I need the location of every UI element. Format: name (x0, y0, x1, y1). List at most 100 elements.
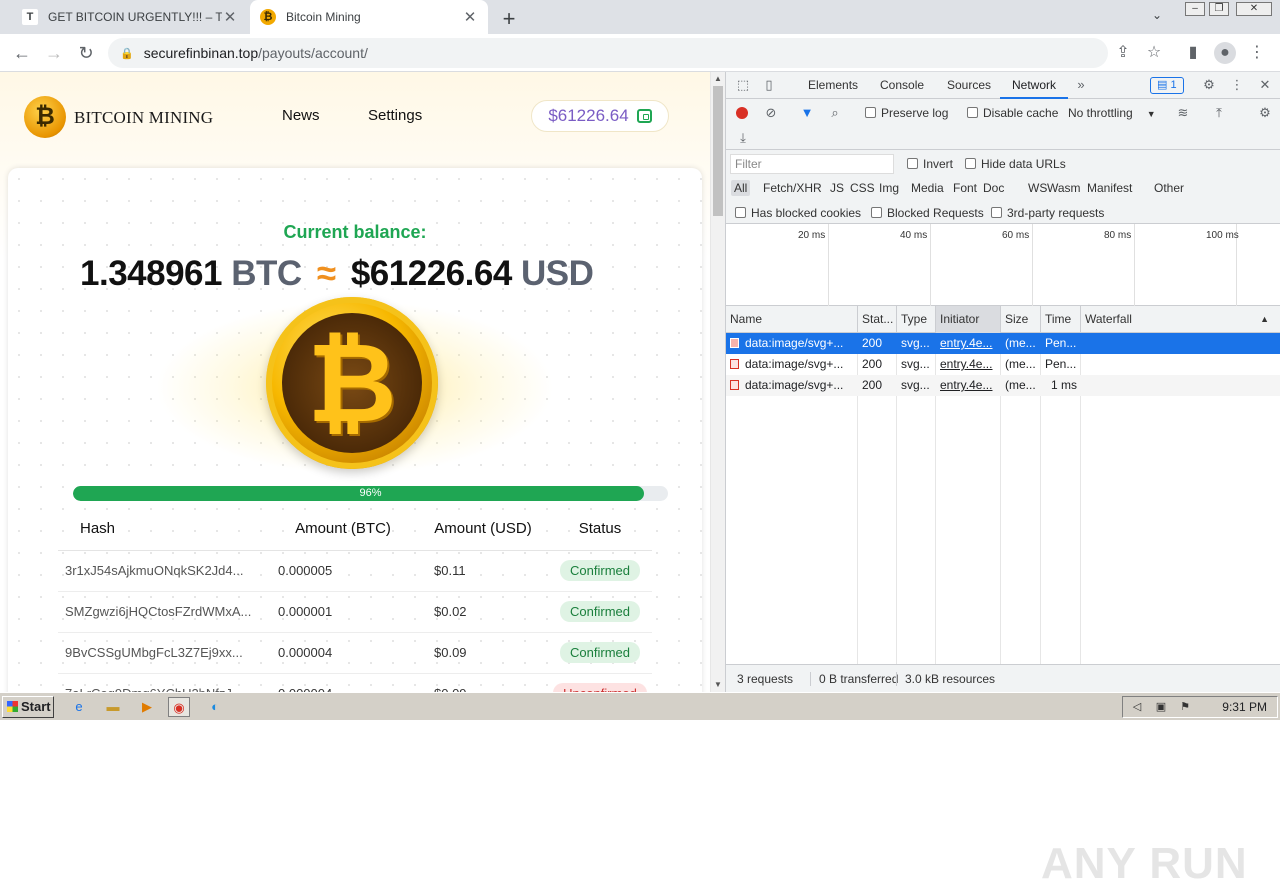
request-row[interactable]: data:image/svg+... 200 svg... entry.4e... (m… (726, 354, 1280, 375)
invert-checkbox[interactable]: Invert (907, 157, 953, 171)
blocked-requests-checkbox[interactable]: Blocked Requests (871, 206, 984, 220)
action-flag-icon[interactable]: ⚑ (1177, 699, 1193, 715)
tx-hash[interactable]: 3r1xJ54sAjkmuONqkSK2Jd4... (58, 550, 268, 592)
col-size[interactable]: Size (1001, 306, 1041, 333)
network-conditions-wifi-icon[interactable]: ≋ (1174, 104, 1192, 122)
request-row[interactable]: data:image/svg+... 200 svg... entry.4e... (m… (726, 333, 1280, 354)
restore-button[interactable]: ❐ (1209, 2, 1229, 16)
type-filter-css[interactable]: CSS (847, 180, 878, 196)
devtools-menu-kebab-icon[interactable]: ⋮ (1228, 76, 1246, 94)
network-overview-timeline[interactable]: 20 ms 40 ms 60 ms 80 ms 100 ms (726, 224, 1280, 306)
col-status[interactable]: Stat... (858, 306, 897, 333)
header-balance-button[interactable]: $61226.64 (531, 100, 669, 132)
bookmark-star-icon[interactable]: ☆ (1143, 42, 1165, 64)
new-tab-button[interactable]: + (498, 6, 520, 32)
header-balance-value: $61226.64 (548, 106, 629, 125)
folder-icon[interactable]: ▬ (102, 697, 124, 717)
wallet-icon (636, 109, 652, 123)
search-icon[interactable]: ⌕ (826, 104, 844, 122)
request-initiator[interactable]: entry.4e... (936, 375, 1001, 396)
devtools-tab-bar: ⬚ ▯ Elements Console Sources Network » ▤… (726, 72, 1280, 99)
type-filter-doc[interactable]: Doc (980, 180, 1007, 196)
type-filter-all[interactable]: All (731, 180, 751, 196)
close-window-button[interactable]: ✕ (1236, 2, 1272, 16)
col-initiator[interactable]: Initiator (936, 306, 1001, 333)
edge-icon[interactable]: ◐ (204, 697, 226, 717)
hide-data-urls-checkbox[interactable]: Hide data URLs (965, 157, 1066, 171)
volume-icon[interactable]: ◁ (1129, 699, 1145, 715)
type-filter-media[interactable]: Media (908, 180, 947, 196)
more-tabs-chevron-icon[interactable]: » (1072, 76, 1090, 94)
col-name[interactable]: Name (726, 306, 858, 333)
nav-settings[interactable]: Settings (368, 107, 422, 124)
profile-avatar-icon[interactable]: ● (1214, 42, 1236, 64)
request-initiator[interactable]: entry.4e... (936, 354, 1001, 375)
tab-telegram[interactable]: T GET BITCOIN URGENTLY!!! – Telegram ✕ (12, 0, 248, 34)
network-settings-gear-icon[interactable]: ⚙ (1256, 104, 1274, 122)
back-arrow-icon[interactable]: ← (10, 41, 34, 65)
col-time[interactable]: Time (1041, 306, 1081, 333)
request-row[interactable]: data:image/svg+... 200 svg... entry.4e... (m… (726, 375, 1280, 396)
device-toolbar-icon[interactable]: ▯ (760, 76, 778, 94)
record-icon[interactable] (736, 107, 748, 119)
tx-hash[interactable]: 7aLrCeg9Dmg6YChU2bNfzJ... (58, 673, 268, 692)
request-time: 1 ms (1050, 378, 1077, 392)
preserve-log-checkbox[interactable]: Preserve log (865, 106, 948, 120)
type-filter-manifest[interactable]: Manifest (1084, 180, 1135, 196)
bitcoin-logo-icon[interactable]: ₿ (24, 96, 66, 138)
settings-gear-icon[interactable]: ⚙ (1200, 76, 1218, 94)
network-tray-icon[interactable]: ▣ (1153, 699, 1169, 715)
type-filter-fetch-xhr[interactable]: Fetch/XHR (760, 180, 825, 196)
col-type[interactable]: Type (897, 306, 936, 333)
tab-network[interactable]: Network (1000, 72, 1069, 99)
tab-bitcoin-mining[interactable]: ₿ Bitcoin Mining ✕ (250, 0, 488, 34)
tab-elements[interactable]: Elements (808, 72, 858, 99)
col-waterfall[interactable]: Waterfall ▲ (1081, 306, 1280, 333)
inspect-element-icon[interactable]: ⬚ (734, 76, 752, 94)
menu-kebab-icon[interactable]: ⋮ (1246, 42, 1268, 64)
clear-icon[interactable]: ⊘ (762, 104, 780, 122)
start-button[interactable]: Start (2, 696, 54, 718)
reload-icon[interactable]: ↻ (74, 41, 98, 65)
nav-news[interactable]: News (282, 107, 320, 124)
type-filter-wasm[interactable]: Wasm (1044, 180, 1084, 196)
minimize-button[interactable]: – (1185, 2, 1205, 16)
request-name-text: data:image/svg+... (745, 357, 844, 371)
scrollbar-thumb[interactable] (713, 86, 723, 216)
media-player-icon[interactable]: ▶ (136, 697, 158, 717)
close-tab-icon[interactable]: ✕ (462, 8, 478, 26)
scroll-up-arrow-icon[interactable]: ▲ (711, 72, 725, 86)
page-scrollbar[interactable]: ▲ ▼ (710, 72, 725, 692)
scroll-down-arrow-icon[interactable]: ▼ (711, 678, 725, 692)
side-panel-icon[interactable]: ▮ (1182, 42, 1204, 64)
close-tab-icon[interactable]: ✕ (222, 8, 238, 26)
close-devtools-icon[interactable]: ✕ (1256, 76, 1274, 94)
throttling-select[interactable]: No throttling ▼ (1068, 106, 1156, 120)
forward-arrow-icon[interactable]: → (42, 41, 66, 65)
tx-hash[interactable]: SMZgwzi6jHQCtosFZrdWMxA... (58, 591, 268, 633)
import-har-upload-icon[interactable]: ⤒ (1210, 104, 1228, 122)
tab-sources[interactable]: Sources (947, 72, 991, 99)
tab-search-chevron-down-icon[interactable]: ⌄ (1152, 8, 1162, 22)
issues-badge[interactable]: ▤ 1 (1150, 77, 1184, 94)
type-filter-js[interactable]: JS (827, 180, 847, 196)
ie-icon[interactable]: e (68, 697, 90, 717)
type-filter-img[interactable]: Img (876, 180, 902, 196)
request-initiator[interactable]: entry.4e... (936, 333, 1001, 354)
export-har-download-icon[interactable]: ⤓ (734, 129, 752, 147)
filter-input[interactable]: Filter (730, 154, 894, 174)
request-status: 200 (862, 357, 883, 371)
filter-funnel-icon[interactable]: ▼ (798, 104, 816, 122)
blocked-cookies-checkbox[interactable]: Has blocked cookies (735, 206, 861, 220)
share-icon[interactable]: ⇪ (1112, 42, 1134, 64)
type-filter-font[interactable]: Font (950, 180, 980, 196)
address-bar[interactable]: 🔒 securefinbinan.top/payouts/account/ (108, 38, 1108, 68)
site-logo-text[interactable]: BITCOIN MINING (74, 108, 213, 128)
type-filter-other[interactable]: Other (1151, 180, 1187, 196)
third-party-checkbox[interactable]: 3rd-party requests (991, 206, 1104, 220)
tab-console[interactable]: Console (880, 72, 924, 99)
disable-cache-checkbox[interactable]: Disable cache (967, 106, 1058, 120)
chrome-icon[interactable]: ◉ (168, 697, 190, 717)
request-time: Pen... (1045, 357, 1077, 371)
tx-hash[interactable]: 9BvCSSgUMbgFcL3Z7Ej9xx... (58, 632, 268, 674)
